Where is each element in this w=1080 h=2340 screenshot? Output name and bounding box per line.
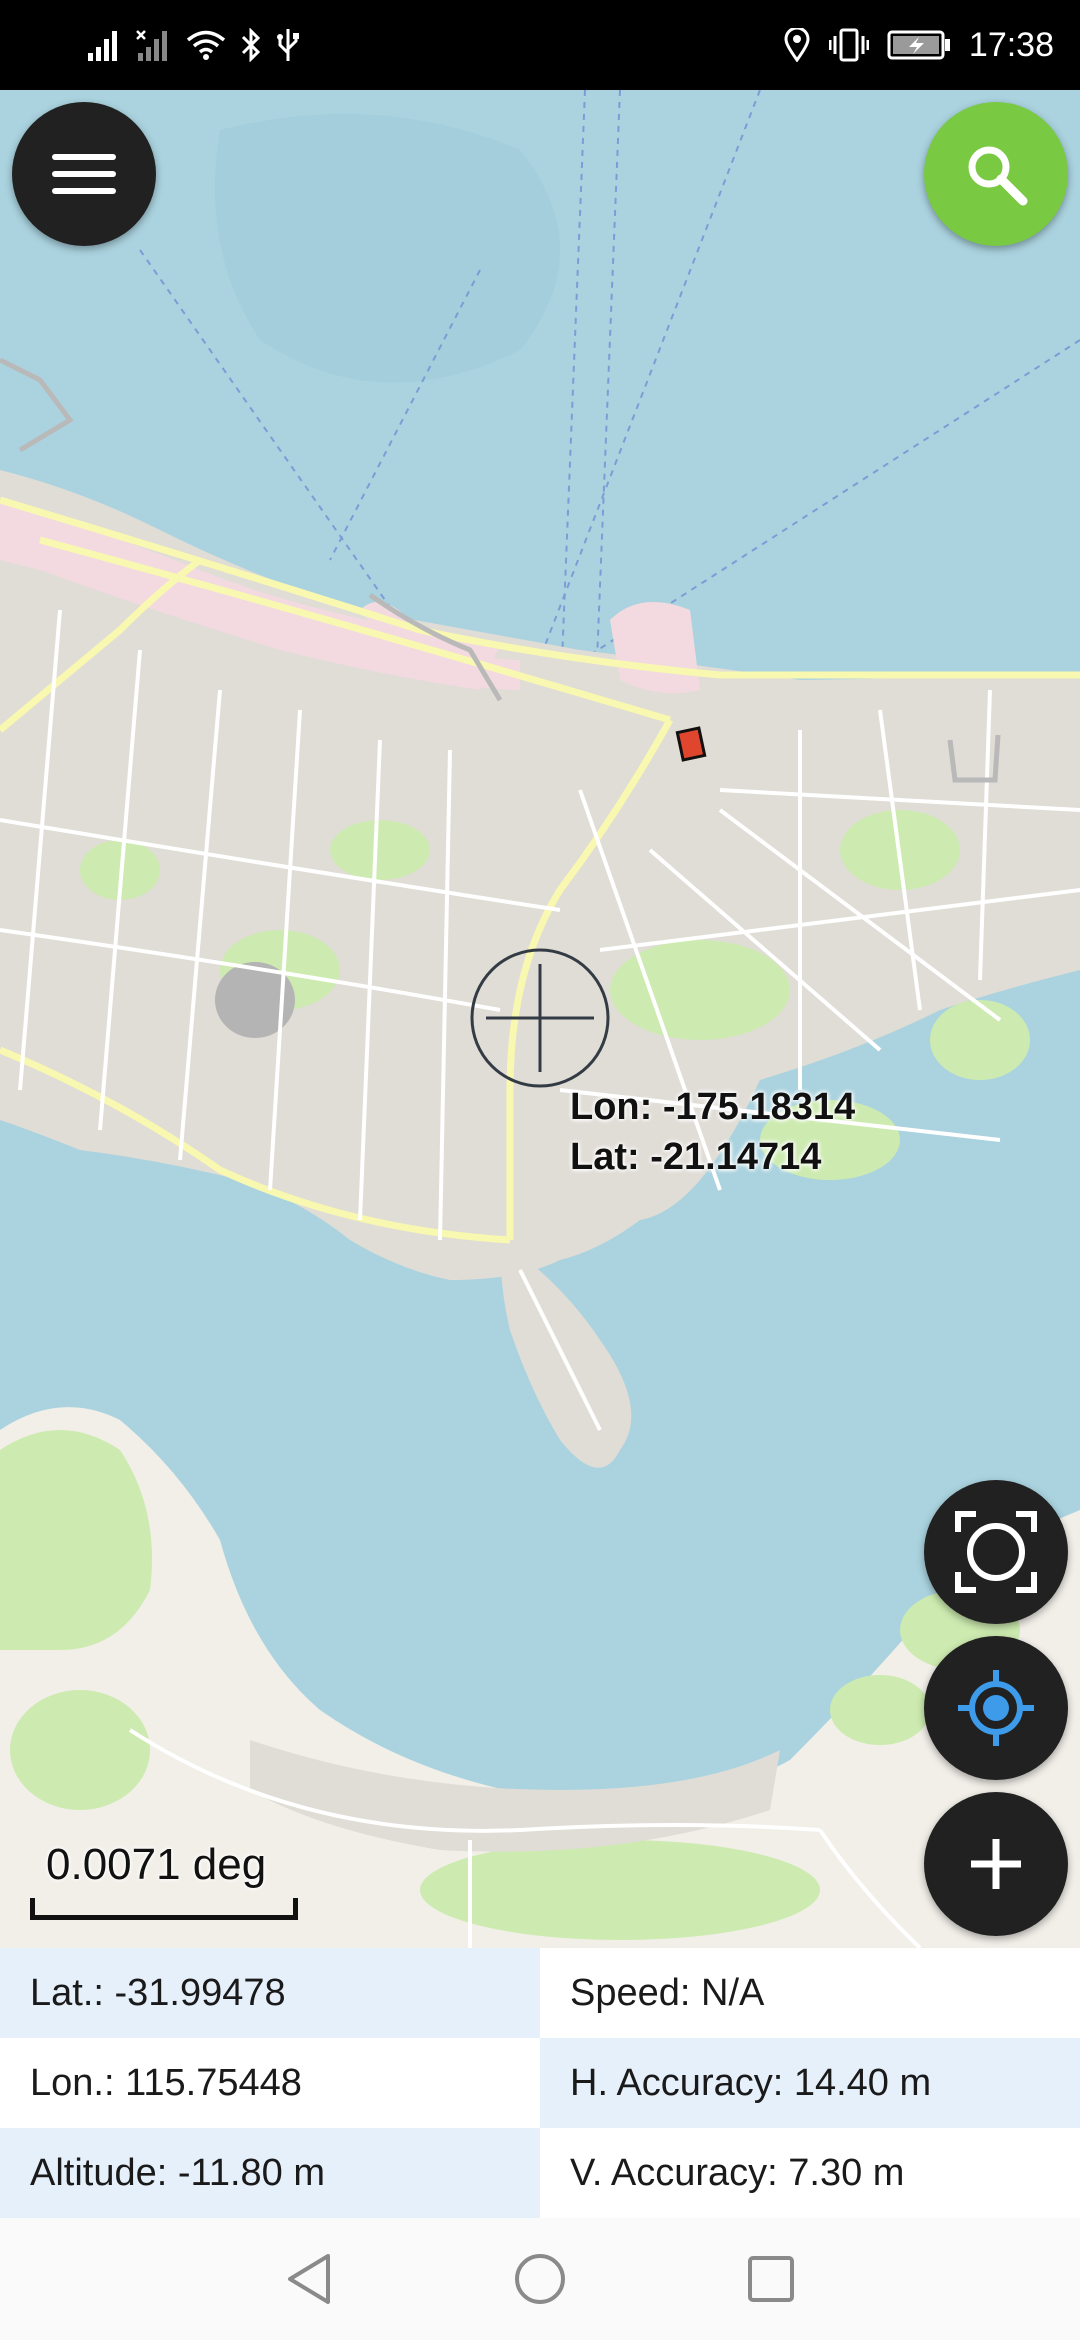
map-crosshair xyxy=(468,946,612,1090)
battery-charging-icon xyxy=(887,30,950,60)
info-latitude: Lat.: -31.99478 xyxy=(0,1948,540,2038)
bluetooth-icon xyxy=(241,28,261,62)
status-bar: 17:38 xyxy=(0,0,1080,90)
menu-button[interactable] xyxy=(12,102,156,246)
status-right-icons: 17:38 xyxy=(783,18,1054,72)
center-lon: Lon: -175.18314 xyxy=(570,1086,856,1128)
nav-back-button[interactable] xyxy=(278,2248,340,2310)
crosshair-icon xyxy=(470,948,610,1088)
my-location-button[interactable] xyxy=(924,1636,1068,1780)
usb-icon xyxy=(277,29,299,61)
scale-label: 0.0071 deg xyxy=(46,1840,267,1889)
gps-info-panel: Lat.: -31.99478 Speed: N/A Lon.: 115.754… xyxy=(0,1948,1080,2218)
hamburger-menu-icon xyxy=(52,154,116,194)
info-altitude: Altitude: -11.80 m xyxy=(0,2128,540,2218)
info-v-accuracy: V. Accuracy: 7.30 m xyxy=(540,2128,1080,2218)
wifi-icon xyxy=(186,30,226,60)
search-button[interactable] xyxy=(924,102,1068,246)
status-left-icons xyxy=(86,22,300,68)
clock: 17:38 xyxy=(968,25,1054,64)
back-triangle-icon xyxy=(288,2254,330,2304)
scale-bar xyxy=(30,1898,298,1920)
wharf xyxy=(610,602,700,694)
recents-square-icon xyxy=(748,2256,794,2302)
my-location-icon xyxy=(958,1670,1034,1746)
poi-marker xyxy=(675,726,707,762)
map-view[interactable]: Lon: -175.18314 Lat: -21.14714 0.0071 de… xyxy=(0,90,1080,1948)
shoal-area xyxy=(215,114,560,383)
fit-screen-icon xyxy=(955,1511,1037,1593)
signal-icon xyxy=(88,31,117,61)
fit-screen-button[interactable] xyxy=(924,1480,1068,1624)
add-button[interactable] xyxy=(924,1792,1068,1936)
location-icon xyxy=(784,28,810,62)
home-circle-icon xyxy=(515,2254,565,2304)
info-h-accuracy: H. Accuracy: 14.40 m xyxy=(540,2038,1080,2128)
center-lat: Lat: -21.14714 xyxy=(570,1136,822,1178)
system-nav-bar xyxy=(0,2218,1080,2340)
center-coordinates: Lon: -175.18314 Lat: -21.14714 xyxy=(570,1082,855,1182)
signal-no-sim-icon xyxy=(136,30,167,61)
nav-recents-button[interactable] xyxy=(740,2248,802,2310)
info-longitude: Lon.: 115.75448 xyxy=(0,2038,540,2128)
vibrate-icon xyxy=(828,28,869,62)
info-speed: Speed: N/A xyxy=(540,1948,1080,2038)
add-icon xyxy=(971,1839,1021,1889)
search-icon xyxy=(968,146,1028,206)
nav-home-button[interactable] xyxy=(509,2248,571,2310)
